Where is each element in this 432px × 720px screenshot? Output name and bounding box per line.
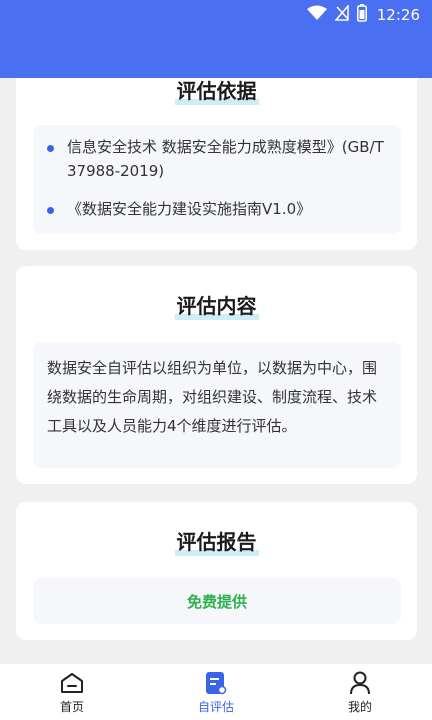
tab-self-assessment-label: 自评估 [197,700,234,714]
free-provide-button[interactable]: 免费提供 [33,578,401,624]
scroll-content[interactable]: 评估依据 信息安全技术 数据安全能力成熟度模型》(GB/T 37988-2019… [0,78,432,664]
content-title: 评估内容 [16,290,417,320]
tab-mine-label: 我的 [347,700,372,714]
tab-self-assessment[interactable]: 自评估 [176,664,256,720]
document-icon [205,670,227,696]
status-bar: 12:26 [0,0,432,78]
content-text: 数据安全自评估以组织为单位，以数据为中心，围绕数据的生命周期，对组织建设、制度流… [47,359,378,435]
bullet-dot [47,207,54,214]
basis-card: 评估依据 信息安全技术 数据安全能力成熟度模型》(GB/T 37988-2019… [16,78,417,250]
content-card: 评估内容 数据安全自评估以组织为单位，以数据为中心，围绕数据的生命周期，对组织建… [16,266,417,484]
wifi-icon [306,5,327,25]
report-card: 评估报告 免费提供 [16,502,417,640]
tab-mine[interactable]: 我的 [320,664,400,720]
status-icons: 12:26 [306,3,420,26]
home-icon [60,670,84,696]
basis-item-text: 《数据安全能力建设实施指南V1.0》 [67,200,312,218]
basis-title: 评估依据 [16,78,417,105]
content-box: 数据安全自评估以组织为单位，以数据为中心，围绕数据的生命周期，对组织建设、制度流… [33,342,401,468]
basis-item-text: 信息安全技术 数据安全能力成熟度模型》(GB/T 37988-2019) [67,138,384,180]
tab-home-label: 首页 [59,700,84,714]
bottom-tabbar: 首页 自评估 我的 [0,664,432,720]
user-icon [349,670,371,696]
bullet-dot [47,145,54,152]
signal-off-icon [334,3,349,25]
free-provide-label: 免费提供 [186,592,247,611]
report-title: 评估报告 [16,526,417,556]
tab-home[interactable]: 首页 [32,664,112,720]
status-time: 12:26 [376,6,420,24]
basis-list: 信息安全技术 数据安全能力成熟度模型》(GB/T 37988-2019) 《数据… [33,125,401,234]
battery-icon [356,4,367,26]
